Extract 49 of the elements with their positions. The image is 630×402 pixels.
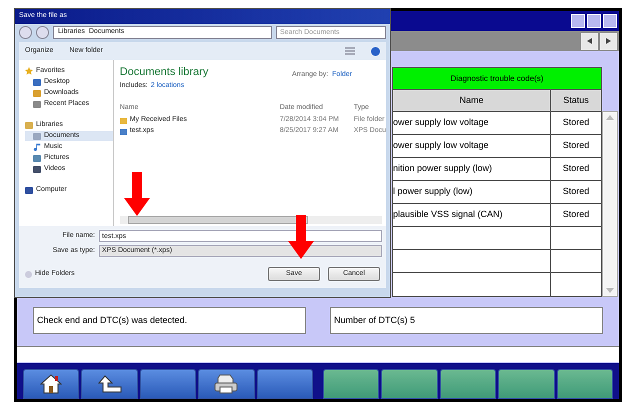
forward-button[interactable] — [36, 26, 49, 38]
help-icon — [371, 46, 380, 56]
view-options-icon — [345, 47, 355, 55]
download-icon — [33, 90, 41, 96]
column-header: Status — [562, 94, 590, 107]
document-icon — [33, 132, 41, 140]
library-title: Documents library — [120, 65, 208, 80]
toolbar-button[interactable] — [81, 369, 138, 399]
home-icon — [40, 374, 62, 394]
table-cell-text: Stored — [562, 162, 590, 176]
computer-icon — [25, 186, 33, 194]
previous-button[interactable] — [581, 32, 598, 50]
video-icon — [33, 166, 41, 172]
table-cell: nition power supply (low) — [393, 158, 551, 180]
minimize-button[interactable] — [571, 14, 585, 28]
arrow-icon — [124, 172, 150, 216]
music-note-icon — [33, 143, 41, 151]
star-icon — [25, 67, 33, 75]
table-cell-text: Stored — [562, 139, 590, 152]
right-triangle-icon — [606, 38, 611, 44]
down-triangle-icon — [606, 288, 614, 293]
table-cell-text: Stored — [562, 208, 590, 222]
table-cell: l power supply (low) — [393, 181, 551, 203]
picture-icon — [33, 154, 41, 162]
table-cell: plausible VSS signal (CAN) — [393, 204, 551, 226]
table-title: Diagnostic trouble code(s) — [393, 68, 601, 90]
up-triangle-icon — [606, 115, 614, 120]
arrow-icon — [288, 215, 314, 259]
next-button[interactable] — [600, 32, 617, 50]
table-cell-text: Stored — [562, 116, 590, 130]
printer-icon — [214, 374, 238, 394]
message-box: Number of DTC(s) 5 — [330, 307, 603, 334]
left-triangle-icon — [587, 38, 592, 44]
table-cell: ower supply low voltage — [393, 112, 551, 134]
document-icon — [120, 128, 127, 134]
table-cell-text: Stored — [562, 185, 590, 198]
toolbar-button[interactable] — [23, 369, 80, 399]
recent-icon — [33, 100, 41, 108]
column-header: Name — [393, 90, 551, 111]
back-button[interactable] — [19, 26, 32, 38]
library-icon — [25, 122, 33, 128]
desktop-icon — [33, 78, 41, 86]
toolbar-button[interactable] — [198, 369, 255, 399]
message-box: Check end and DTC(s) was detected. — [33, 307, 306, 334]
close-button[interactable] — [603, 14, 617, 28]
folder-icon — [120, 118, 127, 124]
back-arrow-icon — [98, 375, 122, 393]
table-cell: ower supply low voltage — [393, 135, 551, 157]
maximize-button[interactable] — [587, 14, 601, 28]
